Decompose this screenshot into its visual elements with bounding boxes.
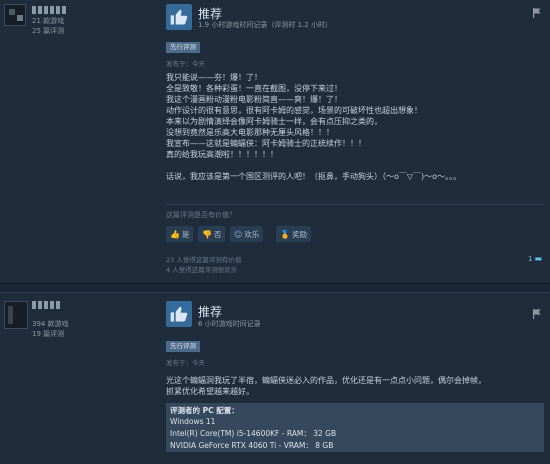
thumbs-up-icon: 👍 bbox=[170, 229, 180, 239]
vote-no-label: 否 bbox=[213, 229, 222, 239]
comment-icon: ▬ bbox=[534, 254, 543, 263]
vote-yes-button[interactable]: 👍 是 bbox=[166, 226, 194, 242]
recommend-label: 推荐 bbox=[198, 305, 223, 319]
early-access-badge: 先行评测 bbox=[166, 42, 200, 53]
pc-spec-box: 评测者的 PC 配置： Windows 11 Intel(R) Core(TM)… bbox=[166, 403, 544, 452]
avatar[interactable] bbox=[4, 4, 26, 26]
review-line: 没想到竟然是乐高大电影那种无厘头风格！！！ bbox=[166, 128, 334, 137]
review-line: 话说，我应该是第一个国区测评的人吧！（抠鼻，手动狗头）（～o￣▽￣)～o～。。。 bbox=[166, 172, 462, 181]
review-line: 抓紧优化希望越来越好。 bbox=[166, 387, 254, 396]
review-line: 光这个蝙蝠洞我玩了半宿，蝙蝠侠迷必入的作品，优化还是有一点点小问题，偶尔会掉帧， bbox=[166, 376, 486, 385]
author-reviews-count[interactable]: 19 篇评测 bbox=[32, 329, 69, 339]
review-body: 我只能说——夯！爆！了！ 全是致敬！各种彩蛋！一直在截图，没停下来过！ 我这个漫… bbox=[166, 72, 544, 182]
review-body: 光这个蝙蝠洞我玩了半宿，蝙蝠侠迷必入的作品，优化还是有一点点小问题，偶尔会掉帧，… bbox=[166, 375, 544, 397]
review-card: 21 款游戏 25 篇评测 推荐 1.9 小时游戏时间记录（评测时 1.2 小时… bbox=[0, 0, 550, 284]
divider bbox=[166, 204, 544, 205]
author-games-count[interactable]: 21 款游戏 bbox=[32, 16, 64, 26]
pc-spec-title: 评测者的 PC 配置： bbox=[170, 406, 239, 415]
pc-spec-line: Intel(R) Core(TM) i5-14600KF - RAM： 32 G… bbox=[170, 429, 337, 438]
playtime: 6 小时游戏时间记录 bbox=[198, 320, 261, 328]
playtime: 1.9 小时游戏时间记录（评测时 1.2 小时） bbox=[198, 21, 332, 29]
comment-count: 1 bbox=[528, 254, 533, 263]
posted-date: 发布于：今天 bbox=[166, 60, 205, 68]
review-line: 全是致敬！各种彩蛋！一直在截图，没停下来过！ bbox=[166, 84, 342, 93]
thumbs-down-icon: 👎 bbox=[202, 229, 212, 239]
vote-funny-label: 欢乐 bbox=[244, 229, 260, 239]
award-icon: 🏅 bbox=[280, 229, 290, 239]
review-line: 本来以为剧情演绎会像阿卡姆骑士一样，会有点压抑之类的， bbox=[166, 117, 382, 126]
vote-funny-button[interactable]: ☺ 欢乐 bbox=[230, 226, 264, 242]
comment-count-link[interactable]: 1 ▬ bbox=[528, 254, 542, 263]
posted-date: 发布于：今天 bbox=[166, 359, 205, 367]
review-line: 我只能说——夯！爆！了！ bbox=[166, 73, 262, 82]
early-access-badge: 先行评测 bbox=[166, 341, 200, 352]
helpful-question: 这篇评测是否有价值？ bbox=[166, 211, 236, 219]
pc-spec-line: Windows 11 bbox=[170, 417, 216, 426]
review-line: 动作设计的很有意思，很有阿卡姆的感觉，场景的可破坏性也超出想象！ bbox=[166, 106, 422, 115]
vote-yes-label: 是 bbox=[181, 229, 190, 239]
thumbs-up-icon bbox=[166, 4, 192, 30]
review-line: 我这个漫画粉动漫粉电影粉简直——爽！爆！了！ bbox=[166, 95, 342, 104]
author-name[interactable] bbox=[32, 301, 60, 309]
vote-no-button[interactable]: 👎 否 bbox=[198, 226, 226, 242]
pc-spec-line: NVIDIA GeForce RTX 4060 Ti - VRAM： 8 GB bbox=[170, 441, 334, 450]
review-line: 真的给我玩高潮啦！！！！！！ bbox=[166, 150, 278, 159]
smile-icon: ☺ bbox=[234, 229, 243, 239]
funny-count: 4 人觉得这篇评测很欢乐 bbox=[166, 266, 238, 274]
avatar[interactable] bbox=[4, 301, 28, 329]
review-line: 我宣布——这就是蝙蝠侠：阿卡姆骑士的正统续作！！！ bbox=[166, 139, 366, 148]
flag-icon[interactable] bbox=[532, 309, 542, 319]
award-button[interactable]: 🏅 奖励 bbox=[276, 226, 311, 242]
award-label: 奖励 bbox=[291, 229, 307, 239]
flag-icon[interactable] bbox=[532, 8, 542, 18]
thumbs-up-icon bbox=[166, 301, 192, 327]
author-name[interactable] bbox=[32, 6, 68, 14]
helpful-count: 23 人觉得这篇评测有价值 bbox=[166, 256, 242, 264]
author-games-count[interactable]: 394 款游戏 bbox=[32, 319, 69, 329]
author-reviews-count[interactable]: 25 篇评测 bbox=[32, 26, 64, 36]
